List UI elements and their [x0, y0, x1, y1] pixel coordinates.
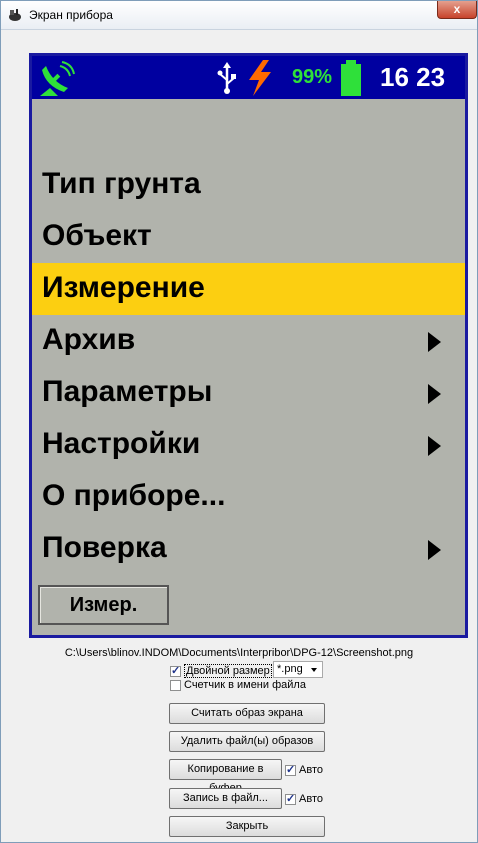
- write-to-file-button[interactable]: Запись в файл...: [169, 788, 282, 809]
- menu-item-about[interactable]: О приборе...: [32, 471, 465, 523]
- satellite-dish-icon: [40, 61, 75, 96]
- measure-soft-button[interactable]: Измер.: [38, 585, 169, 625]
- submenu-arrow-icon: [428, 384, 441, 404]
- counter-checkbox[interactable]: [170, 679, 181, 691]
- device-screen-window: Экран прибора x 99% 16 23 Тип грунта Объ…: [0, 0, 478, 843]
- menu-item-object[interactable]: Объект: [32, 211, 465, 263]
- counter-option[interactable]: Счетчик в имени файла: [170, 679, 306, 691]
- device-clock: 16 23: [380, 62, 446, 92]
- app-icon: [9, 9, 21, 21]
- copy-auto-checkbox[interactable]: [285, 763, 296, 776]
- submenu-arrow-icon: [428, 540, 441, 560]
- read-screen-button[interactable]: Считать образ экрана: [169, 703, 325, 724]
- title-bar[interactable]: Экран прибора x: [1, 1, 477, 30]
- menu-item-label: О приборе...: [42, 479, 226, 512]
- lightning-icon: [249, 60, 271, 96]
- format-value: *.png: [277, 663, 303, 675]
- copy-to-buffer-button[interactable]: Копирование в буфер: [169, 759, 282, 794]
- menu-item-label: Настройки: [42, 427, 201, 460]
- menu-item-label: Архив: [42, 323, 136, 356]
- menu-item-measurement[interactable]: Измерение: [32, 263, 465, 315]
- menu-item-archive[interactable]: Архив: [32, 315, 465, 367]
- double-size-label: Двойной размер: [184, 664, 272, 678]
- battery-percent: 99%: [292, 66, 333, 88]
- copy-auto-option[interactable]: Авто: [285, 763, 323, 776]
- close-window-button[interactable]: x: [437, 1, 477, 19]
- write-auto-option[interactable]: Авто: [285, 792, 323, 805]
- screenshot-path: C:\Users\blinov.INDOM\Documents\Interpri…: [64, 647, 414, 659]
- format-select[interactable]: *.png: [273, 661, 323, 678]
- write-auto-label: Авто: [299, 793, 323, 805]
- menu-item-label: Поверка: [42, 531, 167, 564]
- double-size-option[interactable]: Двойной размер: [170, 664, 272, 678]
- close-button[interactable]: Закрыть: [169, 816, 325, 837]
- menu-item-verification[interactable]: Поверка: [32, 523, 465, 575]
- device-status-bar: 99% 16 23: [32, 56, 465, 99]
- menu-item-label: Параметры: [42, 375, 213, 408]
- menu-item-settings[interactable]: Настройки: [32, 419, 465, 471]
- menu-item-parameters[interactable]: Параметры: [32, 367, 465, 419]
- delete-files-button[interactable]: Удалить файл(ы) образов: [169, 731, 325, 752]
- chevron-down-icon: [311, 668, 317, 672]
- submenu-arrow-icon: [428, 436, 441, 456]
- device-display: 99% 16 23 Тип грунта Объект Измерение Ар…: [29, 53, 468, 638]
- battery-icon: [341, 60, 361, 96]
- usb-icon: [217, 62, 236, 94]
- menu-item-label: Тип грунта: [42, 167, 201, 200]
- menu-item-soil-type[interactable]: Тип грунта: [32, 159, 465, 211]
- submenu-arrow-icon: [428, 332, 441, 352]
- window-title: Экран прибора: [29, 8, 113, 22]
- menu-item-label: Измерение: [42, 271, 205, 304]
- device-menu: Тип грунта Объект Измерение Архив Параме…: [32, 159, 465, 575]
- double-size-checkbox[interactable]: [170, 664, 181, 677]
- counter-label: Счетчик в имени файла: [184, 679, 306, 691]
- menu-item-label: Объект: [42, 219, 152, 252]
- write-auto-checkbox[interactable]: [285, 792, 296, 805]
- copy-auto-label: Авто: [299, 764, 323, 776]
